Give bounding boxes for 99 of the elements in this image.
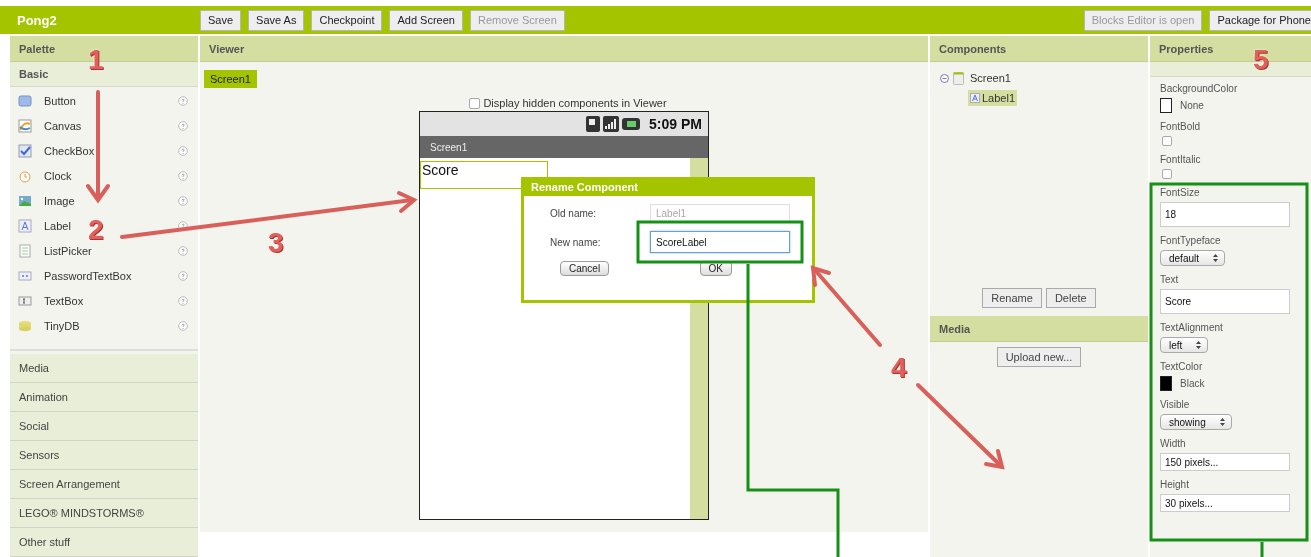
checkbox[interactable] [1162, 136, 1172, 146]
help-icon [178, 321, 188, 331]
property-name: Width [1160, 438, 1187, 449]
checkbox-label: Display hidden components in Viewer [483, 97, 667, 109]
textbox-icon [18, 294, 32, 308]
color-swatch[interactable] [1160, 98, 1172, 113]
help-icon [178, 171, 188, 181]
screen-tab[interactable]: Screen1 [204, 70, 257, 88]
section-header[interactable]: Screen Arrangement [10, 470, 198, 499]
image-icon [18, 194, 32, 208]
button-icon [18, 94, 32, 108]
help-icon [178, 146, 188, 156]
dialog-button[interactable]: Cancel [560, 261, 610, 276]
input-field[interactable]: ScoreLabel [650, 231, 790, 253]
help-icon [178, 96, 188, 106]
palette-item[interactable]: Button [44, 95, 76, 107]
palette-item[interactable]: Clock [44, 170, 72, 182]
property-name: FontSize [1160, 187, 1201, 198]
section-header[interactable]: Animation [10, 383, 198, 412]
label-icon [970, 93, 980, 103]
panel-header: Viewer [200, 36, 928, 62]
checkbox-icon [18, 144, 32, 158]
toolbar-button[interactable]: Save As [248, 9, 305, 31]
clock-icon [18, 169, 32, 183]
signal-icon [603, 116, 620, 132]
property-name: TextAlignment [1160, 322, 1224, 333]
palette-item[interactable]: PasswordTextBox [44, 270, 132, 282]
toolbar-button[interactable]: Checkpoint [311, 9, 383, 31]
app-title: Pong2 [16, 12, 58, 28]
step-number: 2 [88, 216, 104, 244]
component-button[interactable]: Rename [982, 288, 1042, 308]
help-icon [178, 296, 188, 306]
connector-line [1260, 542, 1264, 557]
network-icon [586, 116, 601, 132]
color-value: Black [1180, 378, 1205, 389]
help-icon [178, 221, 188, 231]
property-name: Text [1160, 274, 1180, 285]
section-header[interactable]: Other stuff [10, 528, 198, 557]
step-number: 5 [1253, 46, 1269, 74]
property-name: FontBold [1160, 121, 1202, 132]
database-icon [18, 319, 32, 333]
component-button[interactable]: Delete [1045, 288, 1096, 308]
screen-title: Screen1 [420, 136, 708, 158]
property-name: TextColor [1160, 361, 1204, 372]
password-icon [18, 269, 32, 283]
label-icon [18, 219, 32, 233]
dialog-title: Rename Component [521, 177, 815, 196]
text-field[interactable]: 30 pixels... [1160, 494, 1290, 512]
checkbox[interactable] [1162, 169, 1172, 179]
select-dropdown[interactable]: left [1160, 337, 1209, 353]
palette-item[interactable]: TinyDB [44, 320, 80, 332]
property-name: FontTypeface [1160, 235, 1222, 246]
tree-item[interactable]: Label1 [968, 90, 1018, 106]
collapse-icon[interactable] [940, 73, 949, 83]
property-name: BackgroundColor [1160, 83, 1239, 94]
text-field[interactable]: Score [1160, 289, 1290, 314]
updown-icon [1196, 341, 1202, 349]
color-value: None [1180, 100, 1204, 111]
step-number: 4 [891, 354, 907, 382]
toolbar-button[interactable]: Save [200, 9, 242, 31]
toolbar-button[interactable]: Add Screen [389, 9, 463, 31]
help-icon [178, 121, 188, 131]
updown-icon [1219, 418, 1225, 426]
select-dropdown[interactable]: showing [1160, 414, 1232, 430]
upload-button[interactable]: Upload new... [996, 347, 1082, 367]
field-label: New name: [550, 236, 602, 248]
palette-item[interactable]: TextBox [44, 295, 84, 307]
palette-item[interactable]: Canvas [44, 120, 82, 132]
color-swatch[interactable] [1160, 376, 1172, 391]
palette-item[interactable]: ListPicker [44, 245, 92, 257]
help-icon [178, 271, 188, 281]
tree-item[interactable]: Screen1 [968, 70, 1013, 86]
palette-item[interactable]: CheckBox [44, 145, 95, 157]
palette-item[interactable]: Label [44, 220, 71, 232]
text-field[interactable]: 18 [1160, 202, 1290, 227]
property-name: Height [1160, 479, 1190, 490]
field-label: Old name: [550, 208, 598, 219]
screen-icon [953, 71, 964, 85]
property-name: FontItalic [1160, 154, 1202, 165]
palette-item[interactable]: Image [44, 195, 75, 207]
toolbar-button[interactable]: Package for Phone [1209, 9, 1311, 31]
checkbox[interactable] [469, 97, 481, 109]
canvas-icon [18, 119, 32, 133]
help-icon [178, 246, 188, 256]
panel-header: Components [930, 36, 1148, 62]
property-name: Visible [1160, 399, 1191, 410]
battery-icon [622, 118, 641, 130]
clock-time: 5:09 PM [649, 116, 702, 132]
section-header[interactable]: LEGO® MINDSTORMS® [10, 499, 198, 528]
section-header[interactable]: Media [10, 354, 198, 383]
list-icon [18, 244, 32, 258]
updown-icon [1213, 254, 1219, 262]
panel-header: Media [930, 316, 1148, 342]
section-header[interactable]: Sensors [10, 441, 198, 470]
step-number: 3 [268, 229, 284, 257]
select-dropdown[interactable]: default [1160, 250, 1226, 266]
text-field[interactable]: 150 pixels... [1160, 453, 1290, 471]
section-header[interactable]: Social [10, 412, 198, 441]
help-icon [178, 196, 188, 206]
